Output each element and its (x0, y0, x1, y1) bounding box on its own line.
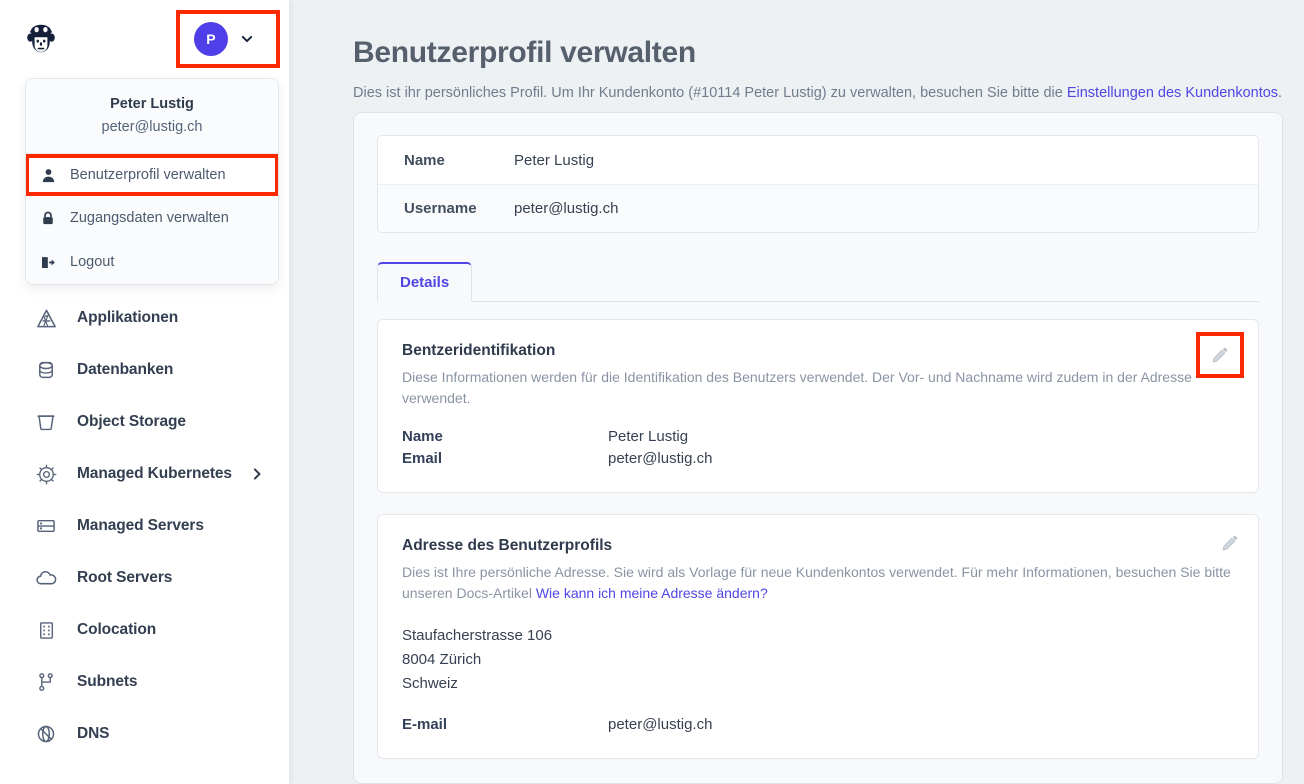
sidebar-header: P (0, 0, 289, 78)
sidebar-item-datenbanken[interactable]: Datenbanken (0, 344, 289, 396)
card-user-address: Adresse des Benutzerprofils Dies ist Ihr… (377, 514, 1259, 759)
sidebar-item-label: Managed Kubernetes (77, 465, 232, 482)
pencil-icon (1221, 534, 1239, 552)
lock-icon (40, 210, 56, 226)
card-user-identification: Bentzeridentifikation Diese Informatione… (377, 319, 1259, 493)
server-rack-icon (34, 514, 58, 538)
identity-summary-table: Name Peter Lustig Username peter@lustig.… (377, 135, 1259, 233)
field-label: E-mail (402, 716, 448, 733)
logout-icon (40, 254, 56, 270)
sidebar-item-managed-kubernetes[interactable]: Managed Kubernetes (0, 448, 289, 500)
table-cell-value: peter@lustig.ch (514, 200, 619, 217)
menu-item-logout[interactable]: Logout (26, 240, 278, 284)
sidebar-item-subnets[interactable]: Subnets (0, 656, 289, 708)
sidebar-item-label: Applikationen (77, 309, 179, 326)
table-cell-key: Username (404, 200, 477, 217)
table-row: Name Peter Lustig (378, 136, 1258, 184)
sidebar-item-label: Datenbanken (77, 361, 174, 378)
account-dropdown-menu: Peter Lustig peter@lustig.ch Benutzerpro… (25, 78, 279, 285)
account-dropdown-header: Peter Lustig peter@lustig.ch (26, 79, 278, 154)
table-cell-value: Peter Lustig (514, 151, 595, 169)
building-icon (34, 618, 58, 642)
sidebar-nav: Applikationen Datenbanken Object Storage… (0, 292, 289, 760)
network-nodes-icon (34, 670, 58, 694)
field-value: peter@lustig.ch (608, 716, 713, 733)
chevron-down-icon (240, 32, 254, 46)
database-icon (34, 358, 58, 382)
edit-identification-button[interactable] (1196, 332, 1244, 378)
main-content: Benutzerprofil verwalten Dies ist ihr pe… (289, 0, 1304, 784)
page-title: Benutzerprofil verwalten (353, 36, 696, 69)
card-title: Bentzeridentifikation (402, 342, 556, 359)
table-row: Username peter@lustig.ch (378, 184, 1258, 232)
edit-address-button[interactable] (1220, 533, 1240, 553)
card-description: Diese Informationen werden für die Ident… (402, 369, 1192, 406)
account-email: peter@lustig.ch (101, 119, 203, 135)
change-address-docs-link[interactable]: Wie kann ich meine Adresse ändern? (536, 585, 768, 601)
table-cell-key: Name (404, 151, 445, 169)
page-subtitle: Dies ist ihr persönliches Profil. Um Ihr… (353, 83, 1304, 103)
sidebar-item-managed-servers[interactable]: Managed Servers (0, 500, 289, 552)
sidebar-item-root-servers[interactable]: Root Servers (0, 552, 289, 604)
card-title: Adresse des Benutzerprofils (402, 537, 613, 554)
menu-item-label: Logout (70, 254, 115, 270)
tab-bar: Details (377, 262, 1259, 302)
bucket-icon (34, 410, 58, 434)
menu-item-manage-credentials[interactable]: Zugangsdaten verwalten (26, 196, 278, 240)
customer-account-settings-link[interactable]: Einstellungen des Kundenkontos (1067, 85, 1278, 101)
card-description: Dies ist Ihre persönliche Adresse. Sie w… (402, 562, 1234, 604)
kubernetes-helm-icon (34, 462, 58, 486)
account-name: Peter Lustig (110, 96, 194, 112)
page-subtitle-text-after: . (1278, 85, 1283, 101)
list-item: Name Peter Lustig (402, 426, 1234, 448)
menu-item-manage-user-profile[interactable]: Benutzerprofil verwalten (26, 154, 278, 196)
address-line: 8004 Zürich (402, 651, 482, 668)
sidebar-item-label: Managed Servers (77, 517, 204, 534)
avatar: P (194, 22, 228, 56)
sidebar-item-label: DNS (77, 725, 110, 742)
tab-details[interactable]: Details (377, 262, 473, 302)
sidebar-item-colocation[interactable]: Colocation (0, 604, 289, 656)
sidebar: P Peter Lustig peter@lustig.ch Benutzerp… (0, 0, 289, 784)
tab-panel-details: Bentzeridentifikation Diese Informatione… (377, 302, 1259, 759)
user-icon (40, 167, 56, 183)
field-label: Email (402, 450, 443, 467)
sidebar-item-label: Root Servers (77, 569, 173, 586)
menu-item-label: Benutzerprofil verwalten (70, 167, 226, 183)
address-email-row: E-mail peter@lustig.ch (402, 714, 1234, 736)
address-line: Staufacherstrasse 106 (402, 627, 553, 644)
menu-item-label: Zugangsdaten verwalten (70, 210, 229, 226)
app-root: P Peter Lustig peter@lustig.ch Benutzerp… (0, 0, 1304, 784)
applications-icon (34, 306, 58, 330)
address-block: Staufacherstrasse 106 8004 Zürich Schwei… (402, 624, 1234, 696)
cloud-icon (34, 566, 58, 590)
account-avatar-button[interactable]: P (176, 10, 280, 68)
field-value: Peter Lustig (608, 428, 689, 445)
identification-fields: Name Peter Lustig Email peter@lustig.ch (402, 426, 1234, 470)
sidebar-item-label: Object Storage (77, 413, 186, 430)
address-line: Schweiz (402, 675, 458, 692)
sidebar-item-label: Subnets (77, 673, 138, 690)
dns-globe-icon (34, 722, 58, 746)
page-subtitle-text-before: Dies ist ihr persönliches Profil. Um Ihr… (353, 85, 1067, 101)
field-label: Name (402, 428, 443, 445)
pencil-icon (1211, 346, 1229, 364)
chevron-right-icon[interactable] (250, 467, 264, 481)
field-value: peter@lustig.ch (608, 450, 713, 467)
page-header: Benutzerprofil verwalten Dies ist ihr pe… (289, 0, 1304, 103)
sidebar-item-label: Colocation (77, 621, 157, 638)
aviator-head-logo[interactable] (24, 22, 58, 56)
list-item: Email peter@lustig.ch (402, 448, 1234, 470)
profile-panel: Name Peter Lustig Username peter@lustig.… (353, 112, 1283, 784)
sidebar-item-dns[interactable]: DNS (0, 708, 289, 760)
sidebar-item-applikationen[interactable]: Applikationen (0, 292, 289, 344)
card-description-text: Dies ist Ihre persönliche Adresse. Sie w… (402, 564, 1231, 601)
sidebar-item-object-storage[interactable]: Object Storage (0, 396, 289, 448)
